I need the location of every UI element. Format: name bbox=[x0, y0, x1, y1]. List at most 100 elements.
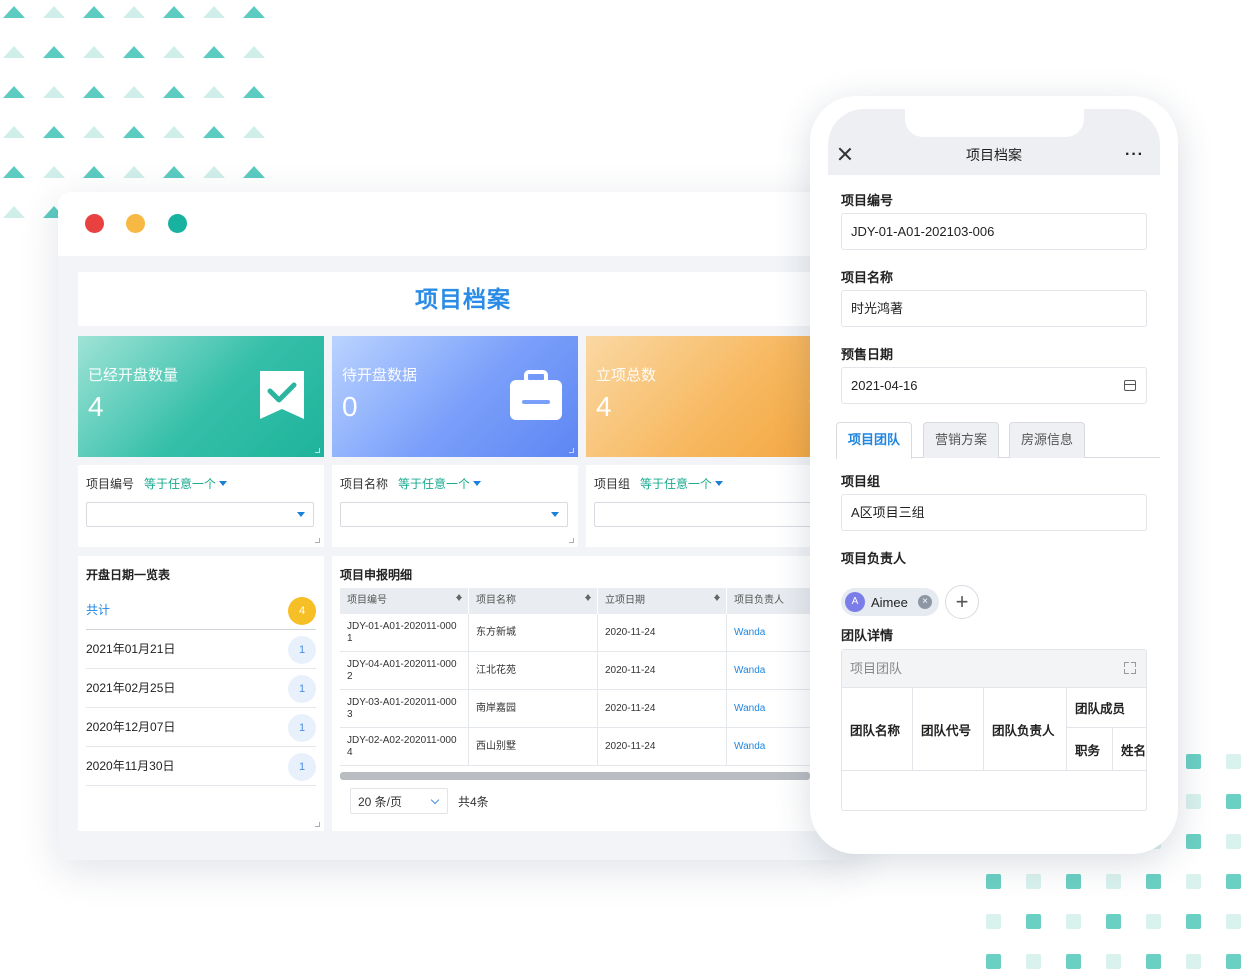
cell-project-no: JDY-04-A01-202011-0002 bbox=[340, 652, 469, 689]
count-badge: 1 bbox=[288, 636, 316, 664]
list-item[interactable]: 2021年01月21日 1 bbox=[86, 630, 316, 669]
square-shape bbox=[1226, 954, 1241, 969]
stat-card-pending[interactable]: 待开盘数据 0 bbox=[332, 336, 578, 457]
square-shape bbox=[1146, 874, 1161, 889]
filter-operator[interactable]: 等于任意一个 bbox=[398, 475, 470, 492]
project-name-field[interactable]: 时光鸿著 bbox=[841, 290, 1147, 327]
list-item[interactable]: 2021年02月25日 1 bbox=[86, 669, 316, 708]
expand-icon[interactable] bbox=[1124, 662, 1136, 674]
list-item[interactable]: 2020年12月07日 1 bbox=[86, 708, 316, 747]
square-shape bbox=[1066, 954, 1081, 969]
list-item[interactable]: 2020年11月30日 1 bbox=[86, 747, 316, 786]
date-total-row[interactable]: 共计 4 bbox=[86, 591, 316, 630]
filter-select[interactable] bbox=[86, 502, 314, 527]
triangle-shape bbox=[83, 166, 105, 178]
square-shape bbox=[1186, 754, 1201, 769]
count-badge: 1 bbox=[288, 714, 316, 742]
square-shape bbox=[1146, 914, 1161, 929]
filter-select[interactable] bbox=[340, 502, 568, 527]
maximize-window-button[interactable] bbox=[168, 214, 187, 233]
column-header-project-no[interactable]: 项目编号 bbox=[340, 588, 469, 614]
triangle-shape bbox=[243, 166, 265, 178]
square-shape bbox=[1186, 794, 1201, 809]
owner-chip[interactable]: A Aimee × bbox=[841, 588, 939, 616]
table-row[interactable]: JDY-02-A02-202011-0004 西山别墅 2020-11-24 W… bbox=[340, 728, 810, 766]
presale-date-field[interactable]: 2021-04-16 bbox=[841, 367, 1147, 404]
triangle-shape bbox=[243, 126, 265, 138]
add-owner-button[interactable]: + bbox=[945, 585, 979, 619]
column-team-code: 团队代号 bbox=[913, 688, 984, 771]
caret-down-icon[interactable] bbox=[715, 481, 724, 486]
square-shape bbox=[1226, 754, 1241, 769]
total-count: 共4条 bbox=[458, 794, 489, 809]
table-row[interactable]: JDY-03-A01-202011-0003 南岸嘉园 2020-11-24 W… bbox=[340, 690, 810, 728]
minimize-window-button[interactable] bbox=[126, 214, 145, 233]
square-shape bbox=[1106, 954, 1121, 969]
date-list-panel: 开盘日期一览表 共计 4 2021年01月21日 1 2021年02月25日 1… bbox=[78, 556, 324, 831]
more-icon[interactable]: ··· bbox=[1125, 147, 1144, 163]
avatar: A bbox=[845, 592, 865, 612]
stat-card-opened[interactable]: 已经开盘数量 4 bbox=[78, 336, 324, 457]
triangle-shape bbox=[3, 206, 25, 218]
triangle-shape bbox=[123, 6, 145, 18]
cell-project-no: JDY-01-A01-202011-0001 bbox=[340, 614, 469, 651]
triangle-shape bbox=[203, 86, 225, 98]
cell-date: 2020-11-24 bbox=[598, 652, 727, 689]
triangle-shape bbox=[243, 46, 265, 58]
column-header-owner[interactable]: 项目负责人 bbox=[727, 588, 810, 614]
page-size-select[interactable]: 20 条/页 bbox=[350, 788, 448, 814]
triangle-shape bbox=[3, 6, 25, 18]
cell-date: 2020-11-24 bbox=[598, 614, 727, 651]
count-badge: 1 bbox=[288, 675, 316, 703]
cell-date: 2020-11-24 bbox=[598, 728, 727, 765]
square-shape bbox=[1226, 834, 1241, 849]
cell-owner-link[interactable]: Wanda bbox=[727, 728, 810, 765]
project-no-field[interactable]: JDY-01-A01-202103-006 bbox=[841, 213, 1147, 250]
phone-notch bbox=[905, 109, 1084, 137]
sort-icon[interactable] bbox=[714, 594, 720, 601]
filter-select[interactable] bbox=[594, 502, 834, 527]
column-member-position: 职务 bbox=[1067, 728, 1113, 771]
sort-icon[interactable] bbox=[456, 594, 462, 601]
cell-owner-link[interactable]: Wanda bbox=[727, 614, 810, 651]
tab-project-team[interactable]: 项目团队 bbox=[836, 422, 913, 459]
column-header-project-name[interactable]: 项目名称 bbox=[469, 588, 598, 614]
pagination: 20 条/页 共4条 bbox=[350, 788, 489, 814]
presale-date-value: 2021-04-16 bbox=[851, 378, 918, 393]
square-shape bbox=[1066, 914, 1081, 929]
horizontal-scrollbar[interactable] bbox=[340, 772, 810, 780]
square-shape bbox=[1026, 954, 1041, 969]
caret-down-icon[interactable] bbox=[473, 481, 482, 486]
caret-down-icon[interactable] bbox=[219, 481, 228, 486]
triangle-shape bbox=[123, 46, 145, 58]
cell-project-name: 江北花苑 bbox=[469, 652, 598, 689]
triangle-shape bbox=[3, 46, 25, 58]
tab-marketing-plan[interactable]: 营销方案 bbox=[923, 422, 1000, 458]
filter-operator[interactable]: 等于任意一个 bbox=[144, 475, 216, 492]
calendar-icon[interactable] bbox=[1124, 380, 1136, 391]
triangle-shape bbox=[203, 166, 225, 178]
sort-icon[interactable] bbox=[585, 594, 591, 601]
triangle-shape bbox=[163, 86, 185, 98]
filter-operator[interactable]: 等于任意一个 bbox=[640, 475, 712, 492]
triangle-shape bbox=[163, 6, 185, 18]
project-group-field[interactable]: A区项目三组 bbox=[841, 494, 1147, 531]
window-titlebar bbox=[58, 192, 858, 256]
square-shape bbox=[986, 914, 1001, 929]
mobile-title: 项目档案 bbox=[966, 147, 1022, 163]
triangle-shape bbox=[43, 166, 65, 178]
column-header-date[interactable]: 立项日期 bbox=[598, 588, 727, 614]
table-row[interactable]: JDY-01-A01-202011-0001 东方新城 2020-11-24 W… bbox=[340, 614, 810, 652]
team-detail-columns: 团队名称 团队代号 团队负责人 团队成员 职务 姓名 bbox=[842, 688, 1146, 771]
cell-project-no: JDY-02-A02-202011-0004 bbox=[340, 728, 469, 765]
cell-owner-link[interactable]: Wanda bbox=[727, 690, 810, 727]
close-window-button[interactable] bbox=[85, 214, 104, 233]
table-row[interactable]: JDY-04-A01-202011-0002 江北花苑 2020-11-24 W… bbox=[340, 652, 810, 690]
briefcase-icon bbox=[510, 370, 562, 420]
cell-owner-link[interactable]: Wanda bbox=[727, 652, 810, 689]
square-shape bbox=[1026, 874, 1041, 889]
square-shape bbox=[986, 874, 1001, 889]
tab-housing-info[interactable]: 房源信息 bbox=[1009, 422, 1086, 458]
remove-icon[interactable]: × bbox=[918, 595, 932, 609]
triangle-shape bbox=[203, 46, 225, 58]
